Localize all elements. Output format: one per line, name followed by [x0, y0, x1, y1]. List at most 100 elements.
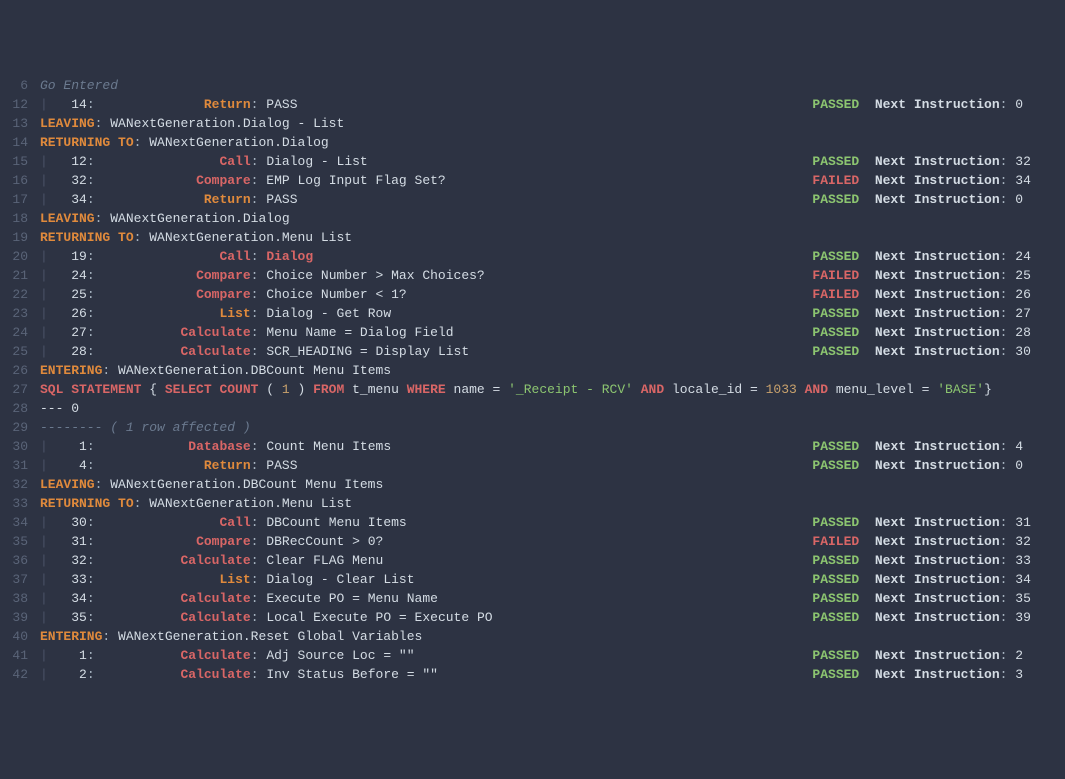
indent-guide: |	[40, 458, 56, 473]
step-number: 32	[56, 173, 87, 188]
step-action: List	[219, 572, 250, 587]
line-number: 15	[0, 152, 28, 171]
step-detail: SCR_HEADING = Display List	[266, 344, 469, 359]
next-instruction-value: 39	[1015, 610, 1031, 625]
step-number: 2	[56, 667, 87, 682]
line-number: 38	[0, 589, 28, 608]
indent-guide: |	[40, 610, 56, 625]
step-action: Compare	[196, 268, 251, 283]
step-action: Call	[219, 249, 250, 264]
step-detail: Clear FLAG Menu	[266, 553, 383, 568]
code-line: | 26: List: Dialog - Get Row PASSED Next…	[40, 304, 1065, 323]
line-number: 32	[0, 475, 28, 494]
next-instruction-label: Next Instruction	[875, 344, 1000, 359]
code-line: | 34: Calculate: Execute PO = Menu Name …	[40, 589, 1065, 608]
next-instruction-label: Next Instruction	[875, 572, 1000, 587]
line-number: 35	[0, 532, 28, 551]
flow-path: WANextGeneration.Dialog	[149, 135, 328, 150]
step-detail: Dialog - List	[266, 154, 367, 169]
step-status: PASSED	[812, 154, 859, 169]
flow-action: LEAVING	[40, 116, 95, 131]
step-detail: Adj Source Loc = ""	[266, 648, 414, 663]
code-line: | 31: Compare: DBRecCount > 0? FAILED Ne…	[40, 532, 1065, 551]
flow-action: LEAVING	[40, 477, 95, 492]
step-status: PASSED	[812, 610, 859, 625]
indent-guide: |	[40, 515, 56, 530]
step-number: 31	[56, 534, 87, 549]
indent-guide: |	[40, 306, 56, 321]
flow-action: RETURNING TO	[40, 135, 134, 150]
code-line: | 33: List: Dialog - Clear List PASSED N…	[40, 570, 1065, 589]
next-instruction-label: Next Instruction	[875, 534, 1000, 549]
line-number: 23	[0, 304, 28, 323]
step-status: PASSED	[812, 439, 859, 454]
step-status: PASSED	[812, 97, 859, 112]
step-number: 14	[56, 97, 87, 112]
code-line: RETURNING TO: WANextGeneration.Menu List	[40, 228, 1065, 247]
step-number: 12	[56, 154, 87, 169]
step-number: 1	[56, 439, 87, 454]
comment: Go Entered	[40, 78, 118, 93]
step-status: PASSED	[812, 572, 859, 587]
indent-guide: |	[40, 173, 56, 188]
step-detail: Execute PO = Menu Name	[266, 591, 438, 606]
indent-guide: |	[40, 439, 56, 454]
line-number: 27	[0, 380, 28, 399]
step-status: PASSED	[812, 515, 859, 530]
next-instruction-value: 31	[1015, 515, 1031, 530]
code-content[interactable]: Go Entered| 14: Return: PASS PASSED Next…	[40, 76, 1065, 684]
next-instruction-value: 2	[1015, 648, 1023, 663]
next-instruction-label: Next Instruction	[875, 439, 1000, 454]
line-number: 25	[0, 342, 28, 361]
line-number: 14	[0, 133, 28, 152]
step-status: PASSED	[812, 553, 859, 568]
next-instruction-value: 34	[1015, 173, 1031, 188]
step-number: 32	[56, 553, 87, 568]
next-instruction-label: Next Instruction	[875, 553, 1000, 568]
code-line: --- 0	[40, 399, 1065, 418]
step-detail: Inv Status Before = ""	[266, 667, 438, 682]
flow-action: LEAVING	[40, 211, 95, 226]
step-number: 27	[56, 325, 87, 340]
line-number: 33	[0, 494, 28, 513]
next-instruction-value: 32	[1015, 534, 1031, 549]
next-instruction-label: Next Instruction	[875, 515, 1000, 530]
next-instruction-value: 28	[1015, 325, 1031, 340]
line-number: 40	[0, 627, 28, 646]
next-instruction-value: 0	[1015, 97, 1023, 112]
flow-path: WANextGeneration.Menu List	[149, 496, 352, 511]
step-action: Calculate	[180, 325, 250, 340]
step-detail: Dialog - Get Row	[266, 306, 391, 321]
step-status: PASSED	[812, 192, 859, 207]
step-action: Compare	[196, 173, 251, 188]
indent-guide: |	[40, 325, 56, 340]
next-instruction-label: Next Instruction	[875, 97, 1000, 112]
line-number: 22	[0, 285, 28, 304]
step-action: Calculate	[180, 591, 250, 606]
next-instruction-label: Next Instruction	[875, 648, 1000, 663]
code-line: | 4: Return: PASS PASSED Next Instructio…	[40, 456, 1065, 475]
code-line: | 34: Return: PASS PASSED Next Instructi…	[40, 190, 1065, 209]
code-line: | 28: Calculate: SCR_HEADING = Display L…	[40, 342, 1065, 361]
next-instruction-value: 4	[1015, 439, 1023, 454]
next-instruction-value: 26	[1015, 287, 1031, 302]
step-detail: Dialog	[266, 249, 313, 264]
step-status: PASSED	[812, 458, 859, 473]
next-instruction-label: Next Instruction	[875, 325, 1000, 340]
next-instruction-label: Next Instruction	[875, 192, 1000, 207]
next-instruction-label: Next Instruction	[875, 610, 1000, 625]
step-number: 34	[56, 591, 87, 606]
step-status: FAILED	[812, 173, 859, 188]
code-line: | 35: Calculate: Local Execute PO = Exec…	[40, 608, 1065, 627]
indent-guide: |	[40, 97, 56, 112]
indent-guide: |	[40, 287, 56, 302]
code-line: | 24: Compare: Choice Number > Max Choic…	[40, 266, 1065, 285]
step-number: 19	[56, 249, 87, 264]
step-number: 25	[56, 287, 87, 302]
next-instruction-label: Next Instruction	[875, 591, 1000, 606]
next-instruction-value: 34	[1015, 572, 1031, 587]
code-line: | 32: Compare: EMP Log Input Flag Set? F…	[40, 171, 1065, 190]
line-number: 39	[0, 608, 28, 627]
step-detail: PASS	[266, 192, 297, 207]
step-number: 35	[56, 610, 87, 625]
